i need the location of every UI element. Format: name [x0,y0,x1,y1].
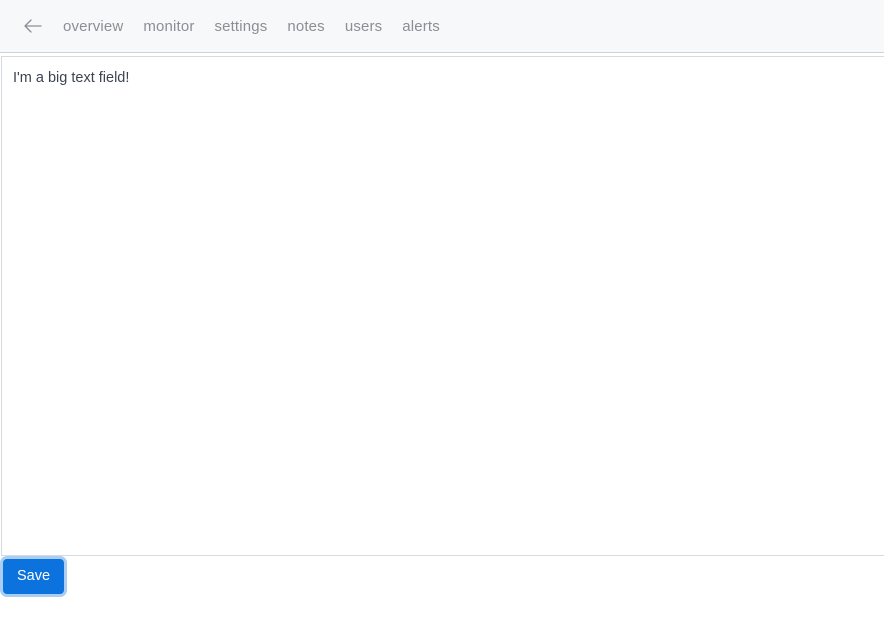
nav-item-settings[interactable]: settings [204,15,277,38]
nav-item-alerts[interactable]: alerts [392,15,450,38]
nav-item-overview[interactable]: overview [53,15,133,38]
save-button[interactable]: Save [3,559,65,594]
save-button-container: Save [0,556,67,597]
app-root: overview monitor settings notes users al… [0,0,884,620]
nav-item-monitor[interactable]: monitor [133,15,204,38]
nav-links: overview monitor settings notes users al… [53,15,450,38]
big-text-field[interactable]: I'm a big text field! [1,56,884,556]
nav-item-users[interactable]: users [335,15,392,38]
nav-item-notes[interactable]: notes [277,15,334,38]
big-text-field-value[interactable]: I'm a big text field! [13,68,876,88]
back-button[interactable] [19,13,45,39]
top-navigation-bar: overview monitor settings notes users al… [0,0,884,53]
arrow-left-icon [23,18,42,34]
